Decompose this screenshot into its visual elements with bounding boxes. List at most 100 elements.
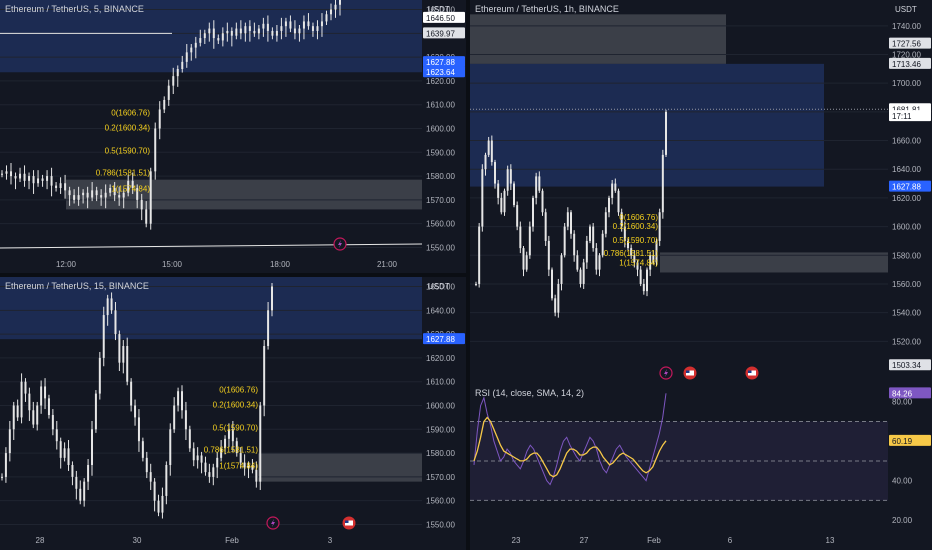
candle-body (67, 448, 70, 465)
us-flag-icon[interactable] (683, 366, 697, 380)
price-tag-label: 1727.56 (892, 40, 921, 49)
fib-label: 0.2(1600.34) (105, 124, 151, 133)
candle-body (639, 269, 642, 284)
candle-body (573, 233, 576, 256)
candle-body (208, 28, 211, 34)
candle-body (91, 190, 94, 198)
x-tick-label: 30 (133, 536, 142, 545)
price-tag-label: 17:11 (892, 112, 912, 121)
candle-body (604, 212, 607, 234)
candle-body (560, 255, 563, 284)
x-tick-label: 23 (512, 536, 521, 545)
candle-body (28, 176, 31, 181)
candle-body (83, 481, 86, 501)
chart-layout: 0(1606.76) 0.2(1600.34) 0.5(1590.70) 0.786(… (0, 0, 932, 550)
us-flag-icon[interactable] (745, 366, 759, 380)
candle-body (10, 171, 13, 177)
candle-body (217, 38, 220, 41)
candle-body (118, 195, 121, 198)
candle-body (585, 240, 588, 263)
candle-body (50, 176, 53, 186)
candle-body (46, 176, 49, 181)
candle-body (608, 197, 610, 213)
lightning-icon[interactable] (333, 237, 347, 251)
rsi-value-label: 60.19 (892, 437, 913, 446)
us-flag-icon-canton (748, 370, 752, 373)
candle-body (248, 26, 251, 31)
candle-body (79, 488, 82, 501)
y-tick-label: 1570.00 (426, 473, 455, 482)
candle-body (86, 192, 89, 198)
y-tick-label: 1700.00 (892, 79, 921, 88)
y-tick-label: 1560.00 (426, 497, 455, 506)
pane-title: Ethereum / TetherUS, 15, BINANCE (5, 281, 149, 291)
fib-label: 0.786(1581.51) (604, 249, 659, 258)
candle-body (167, 85, 170, 100)
fib-label: 0.786(1581.51) (96, 168, 151, 177)
candle-body (592, 226, 595, 249)
candle-body (582, 262, 585, 284)
candle-body (145, 209, 148, 224)
candle-body (611, 183, 614, 198)
zone-rect (470, 63, 824, 187)
candle-body (208, 472, 211, 477)
candle-body (221, 33, 224, 41)
candle-body (226, 30, 229, 34)
y-tick-label: 1600.00 (426, 125, 455, 134)
rsi-svg: 20.0040.0060.0080.0084.2660.192327Feb613 (470, 387, 931, 545)
chart-pane-1h[interactable]: 0(1606.76) 0.2(1600.34) 0.5(1590.70) 0.786(… (470, 0, 932, 382)
lightning-icon[interactable] (266, 516, 280, 530)
y-tick-label: 1550.00 (426, 243, 455, 252)
candle-body (525, 255, 528, 270)
candle-body (104, 192, 107, 198)
candle-body (307, 21, 310, 27)
price-tag-label: 1639.97 (426, 29, 455, 38)
rsi-y-tick-label: 20.00 (892, 516, 913, 525)
candle-body (547, 240, 550, 270)
candle-body (100, 195, 103, 198)
candle-body (325, 14, 328, 22)
rsi-band-fill (470, 421, 888, 501)
lightning-icon[interactable] (659, 366, 673, 380)
candle-body (194, 42, 197, 48)
x-tick-label: 28 (36, 536, 45, 545)
candle-body (95, 190, 98, 196)
candle-body (75, 476, 78, 489)
candle-body (91, 429, 93, 465)
candle-body (98, 357, 101, 394)
chart-pane-5m[interactable]: 0(1606.76) 0.2(1600.34) 0.5(1590.70) 0.786(… (0, 0, 466, 273)
pane-title: Ethereum / TetherUS, 5, BINANCE (5, 4, 144, 14)
fib-label: 1(1574.84) (111, 184, 150, 193)
candle-body (55, 429, 58, 442)
pane-divider-horizontal[interactable] (0, 273, 466, 277)
candle-body (154, 128, 157, 172)
candle-body (339, 0, 341, 5)
rsi-title: RSI (14, close, SMA, 14, 2) (475, 388, 585, 398)
chart-pane-15m[interactable]: 0(1606.76) 0.2(1600.34) 0.5(1590.70) 0.786(… (0, 277, 466, 550)
us-flag-icon[interactable] (342, 516, 356, 530)
rsi-pane[interactable]: 20.0040.0060.0080.0084.2660.192327Feb613… (470, 382, 932, 550)
x-tick-label: 6 (728, 536, 733, 545)
candle-body (293, 28, 296, 34)
y-tick-label: 1620.00 (892, 194, 921, 203)
candle-body (82, 192, 85, 196)
candle-body (47, 398, 50, 416)
y-tick-label: 1620.00 (426, 77, 455, 86)
chart-svg: 0(1606.76) 0.2(1600.34) 0.5(1590.70) 0.786(… (0, 277, 465, 545)
candle-body (658, 212, 661, 241)
candle-body (71, 464, 74, 477)
candle-body (262, 23, 265, 29)
candle-body (541, 190, 544, 213)
candle-body (316, 26, 319, 31)
pane-divider-vertical[interactable] (466, 0, 470, 550)
candle-body (1, 476, 3, 478)
candle-body (64, 183, 67, 191)
candle-body (4, 453, 7, 477)
candle-body (173, 405, 176, 430)
candle-body (14, 176, 17, 179)
candle-body (176, 69, 179, 77)
candle-body (177, 391, 180, 406)
y-tick-label: 1640.00 (426, 306, 455, 315)
candle-body (149, 171, 152, 224)
candle-body (506, 169, 509, 191)
